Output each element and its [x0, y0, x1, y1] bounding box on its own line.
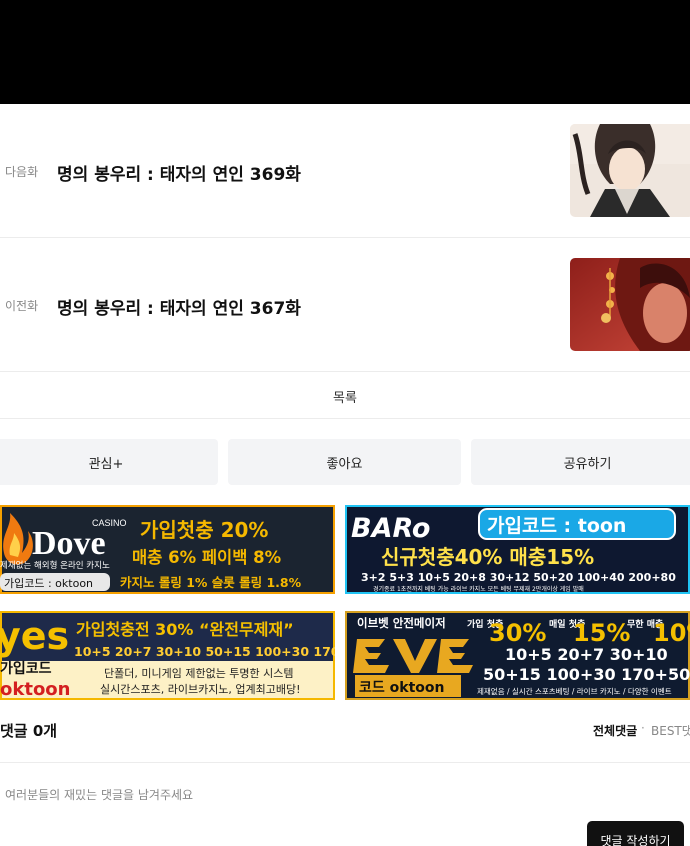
yes-banner[interactable]: yes 가입첫충전 30% “완전무제재” 10+5 20+7 30+10 50…	[0, 611, 335, 700]
previous-episode-title[interactable]: 명의 봉우리 : 태자의 연인 367화	[57, 294, 301, 319]
sort-best-comments[interactable]: BEST댓	[651, 722, 690, 739]
eve-line3: 제재없음 / 실시간 스포츠베팅 / 라이브 카지노 / 다양한 이벤트	[477, 686, 672, 696]
top-black-bar	[0, 0, 690, 104]
yes-brand: yes	[0, 614, 69, 658]
dove-line1: 가입첫충 20%	[140, 518, 268, 542]
favorite-button[interactable]: 관심+	[0, 439, 218, 485]
sort-all-comments[interactable]: 전체댓글	[593, 722, 637, 739]
yes-line4: 실시간스포츠, 라이브카지노, 업계최고배당!	[100, 683, 301, 696]
baro-line1: 신규첫충40% 매충15%	[381, 545, 594, 569]
like-button[interactable]: 좋아요	[228, 439, 461, 485]
yes-code-label: 가입코드	[0, 661, 52, 677]
eve-line2: 50+15 100+30 170+50	[483, 665, 690, 684]
next-episode-row[interactable]: 다음화 명의 봉우리 : 태자의 연인 369화	[0, 104, 690, 238]
eve-line1: 10+5 20+7 30+10	[505, 645, 668, 664]
dove-desc: 제재없는 해외형 온라인 카지노	[0, 560, 110, 571]
yes-line1: 가입첫충전 30% “완전무제재”	[76, 620, 294, 639]
sort-separator: ·	[641, 721, 645, 735]
comment-count: 댓글 0개	[0, 722, 58, 740]
previous-episode-tag: 이전화	[5, 299, 39, 313]
share-button[interactable]: 공유하기	[471, 439, 690, 485]
previous-episode-row[interactable]: 이전화 명의 봉우리 : 태자의 연인 367화	[0, 238, 690, 372]
eve-unlimited-pct: 10%	[653, 619, 690, 647]
yes-line2: 10+5 20+7 30+10 50+15 100+30 170+50	[74, 644, 335, 659]
comment-input[interactable]	[5, 788, 505, 802]
dove-brand: Dove	[32, 525, 106, 562]
dove-casino-banner[interactable]: CASINO Dove 제재없는 해외형 온라인 카지노 가입코드 : okto…	[0, 505, 335, 594]
eve-first-pct: 30%	[489, 619, 546, 647]
write-comment-button[interactable]: 댓글 작성하기	[587, 821, 684, 846]
baro-line2: 3+2 5+3 10+5 20+8 30+12 50+20 100+40 200…	[361, 571, 676, 584]
baro-line3: 경기종료 1초전까지 베팅 가능 라이브 카지노 모든 베팅 무제재 2만개이상…	[373, 585, 584, 593]
baro-brand: BARo	[351, 513, 430, 544]
baro-code: 가입코드 : toon	[487, 515, 626, 537]
yes-line3: 단폴더, 미니게임 제한없는 투명한 시스템	[104, 667, 294, 680]
next-episode-title[interactable]: 명의 봉우리 : 태자의 연인 369화	[57, 160, 301, 185]
next-episode-tag: 다음화	[5, 165, 39, 179]
previous-episode-thumbnail[interactable]	[570, 258, 690, 351]
eve-daily-pct: 15%	[573, 619, 630, 647]
eve-title: 이브벳 안전메이저	[357, 616, 446, 630]
eve-code: 코드 oktoon	[359, 680, 444, 696]
baro-banner[interactable]: BARo 가입코드 : toon 신규첫충40% 매충15% 3+2 5+3 1…	[345, 505, 690, 594]
eve-banner[interactable]: 이브벳 안전메이저 코드 oktoon 가입 첫충 30% 매일 첫충 15% …	[345, 611, 690, 700]
next-episode-thumbnail[interactable]	[570, 124, 690, 217]
yes-code: oktoon	[0, 679, 71, 700]
list-button[interactable]: 목록	[0, 372, 690, 419]
comments-header: 댓글 0개 전체댓글 · BEST댓	[0, 717, 690, 763]
dove-code: 가입코드 : oktoon	[4, 577, 93, 590]
list-label: 목록	[333, 391, 357, 406]
dove-line3: 카지노 롤링 1% 슬롯 롤링 1.8%	[120, 575, 302, 590]
dove-line2: 매충 6% 페이백 8%	[132, 548, 282, 567]
